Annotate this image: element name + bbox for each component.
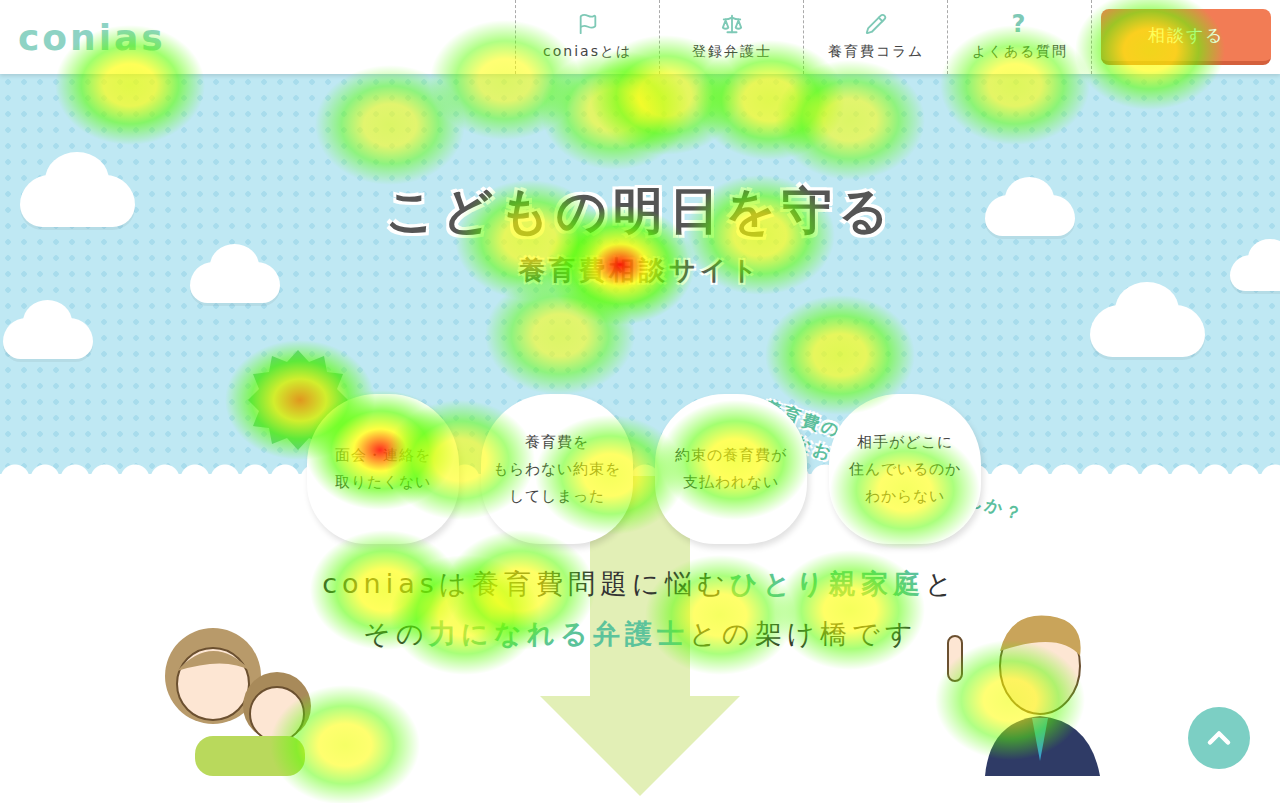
- main-nav: coniasとは 登録弁護士 養育費コラム? よくある質問: [515, 0, 1092, 74]
- worry-bubble: 約束の養育費が支払われない: [655, 394, 807, 544]
- cloud: [20, 175, 135, 227]
- chevron-up-icon: [1201, 720, 1237, 756]
- flag-icon: [577, 13, 599, 35]
- worry-bubble: 相手がどこに住んでいるのかわからない: [829, 394, 981, 544]
- cloud: [1230, 255, 1280, 291]
- site-header: conias coniasとは 登録弁護士 養育費コラム? よくある質問 相談する: [0, 0, 1280, 74]
- hero-subtitle: 養育費相談サイト: [519, 253, 762, 288]
- question-icon: ?: [1012, 13, 1028, 35]
- parent-child-illustration-icon: [155, 626, 335, 776]
- cloud: [3, 318, 93, 359]
- heat-spot: [455, 180, 605, 300]
- page: conias coniasとは 登録弁護士 養育費コラム? よくある質問 相談するこどもの…: [0, 0, 1280, 803]
- nav-item[interactable]: 登録弁護士: [659, 0, 803, 74]
- cloud: [985, 195, 1075, 236]
- intro-section: coniasは養育費問題に悩むひとり親家庭とその力になれる弁護士との架け橋です: [0, 566, 1280, 803]
- worry-bubble: 養育費をもらわない約束をしてしまった: [481, 394, 633, 544]
- hero-title: こどもの明日を守る: [385, 178, 895, 245]
- heat-spot: [545, 205, 695, 325]
- heat-spot: [270, 685, 420, 803]
- nav-label: よくある質問: [972, 43, 1068, 61]
- wave-edge: [0, 461, 1280, 475]
- heat-spot: [935, 640, 1085, 760]
- nav-label: 養育費コラム: [828, 43, 924, 61]
- nav-item[interactable]: ? よくある質問: [947, 0, 1092, 74]
- nav-item[interactable]: coniasとは: [515, 0, 659, 74]
- heat-spot: [685, 175, 835, 295]
- hero: こどもの明日を守る養育費相談サイト養育費の問題、こんなお悩みはありませんか？: [0, 74, 1280, 474]
- pencil-icon: [865, 13, 887, 35]
- cloud: [1090, 305, 1205, 357]
- worry-bubble: 面会・連絡を取りたくない: [307, 394, 459, 544]
- heat-spot: [315, 65, 465, 185]
- worries: 面会・連絡を取りたくない養育費をもらわない約束をしてしまった約束の養育費が支払わ…: [0, 394, 1280, 544]
- logo[interactable]: conias: [0, 0, 515, 74]
- heatmap-overlay: [0, 0, 1280, 803]
- heat-spot: [485, 275, 635, 395]
- nav-item[interactable]: 養育費コラム: [803, 0, 947, 74]
- consult-button[interactable]: 相談する: [1101, 9, 1271, 65]
- intro-line: coniasは養育費問題に悩むひとり親家庭と: [322, 566, 958, 602]
- nav-label: 登録弁護士: [692, 43, 772, 61]
- intro-line: その力になれる弁護士との架け橋です: [363, 616, 918, 652]
- scale-icon: [721, 13, 743, 35]
- cloud: [190, 262, 280, 303]
- heat-spot: [775, 60, 925, 180]
- scroll-top-button[interactable]: [1188, 707, 1250, 769]
- nav-label: coniasとは: [543, 43, 632, 61]
- lawyer-illustration-icon: [940, 596, 1110, 776]
